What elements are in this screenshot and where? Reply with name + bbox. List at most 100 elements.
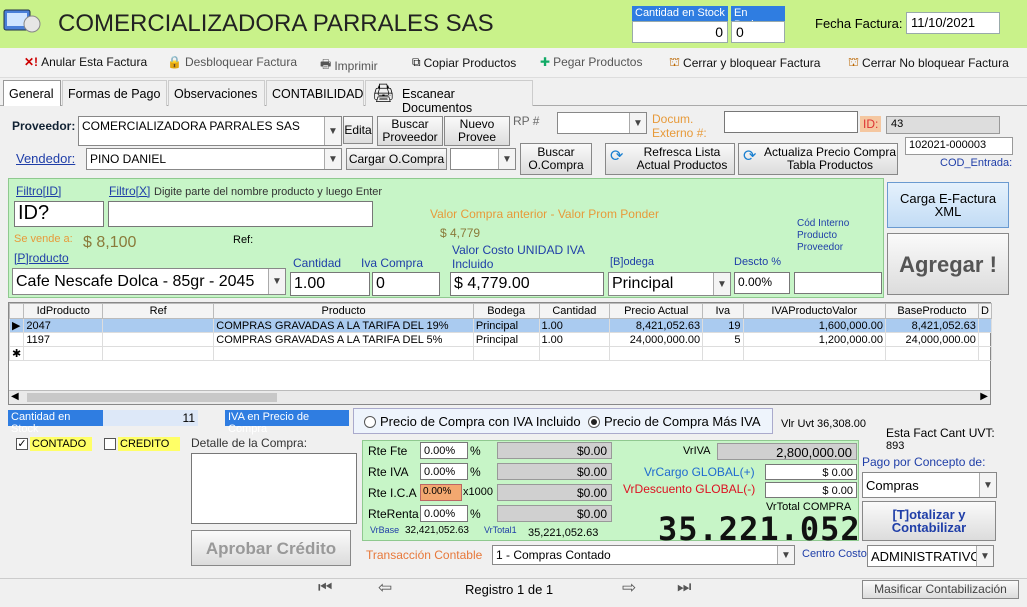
radio-iva-mas[interactable]: Precio de Compra Más IVA: [588, 414, 761, 429]
grid-header[interactable]: Cantidad: [538, 303, 611, 319]
rte-ica-input[interactable]: 0.00%: [420, 484, 462, 501]
cell[interactable]: 8,421,052.63: [609, 318, 704, 333]
ocompra-select[interactable]: ▼: [450, 148, 516, 170]
grid-header[interactable]: Producto: [213, 303, 474, 319]
docum-externo-input[interactable]: [724, 111, 858, 133]
contado-checkbox[interactable]: ✓ CONTADO: [16, 437, 92, 451]
valor-costo-input[interactable]: $ 4,779.00: [450, 272, 604, 296]
buscar-proveedor-button[interactable]: Buscar Proveedor: [377, 116, 443, 146]
descto-input[interactable]: 0.00%: [734, 272, 790, 294]
fecha-input[interactable]: 11/10/2021: [906, 12, 1000, 34]
producto-select[interactable]: Cafe Nescafe Dolca - 85gr - 2045 ▼: [12, 268, 286, 295]
chevron-down-icon: ▼: [629, 113, 646, 133]
grid-header[interactable]: D: [977, 303, 993, 319]
grid-header[interactable]: Ref: [102, 303, 215, 319]
totalizar-button[interactable]: [T]otalizar y Contabilizar: [862, 501, 996, 541]
prev-record-icon[interactable]: ⇦: [378, 578, 392, 598]
cell[interactable]: 5: [702, 332, 744, 347]
tab-escanear[interactable]: 🖨 Escanear Documentos: [365, 80, 533, 115]
new-row[interactable]: ✱: [8, 346, 993, 361]
tab-general[interactable]: General: [3, 80, 61, 106]
chevron-down-icon: ▼: [713, 273, 730, 295]
radio-iva-incluido[interactable]: Precio de Compra con IVA Incluido: [364, 414, 581, 429]
credito-checkbox[interactable]: CREDITO: [104, 437, 180, 451]
cell[interactable]: 24,000,000.00: [609, 332, 704, 347]
horizontal-scrollbar[interactable]: ◀ ▶: [9, 390, 990, 404]
cell[interactable]: COMPRAS GRAVADAS A LA TARIFA DEL 5%: [213, 332, 474, 347]
cell[interactable]: COMPRAS GRAVADAS A LA TARIFA DEL 19%: [213, 318, 474, 333]
cantidad-input[interactable]: 1.00: [290, 272, 370, 296]
detalle-textarea[interactable]: [191, 453, 357, 524]
masificar-button[interactable]: Masificar Contabilización: [862, 580, 1019, 599]
buscar-ocompra-button[interactable]: Buscar O.Compra: [520, 143, 592, 175]
filtro-x-input[interactable]: [108, 201, 373, 227]
vrcargo-input[interactable]: $ 0.00: [765, 464, 857, 480]
copiar-productos-button[interactable]: ⧉ Copiar Productos: [412, 55, 516, 70]
cell[interactable]: Principal: [472, 332, 540, 347]
grid-header[interactable]: Precio Actual: [609, 303, 704, 319]
scroll-left-icon[interactable]: ◀: [11, 391, 19, 402]
tab-formas-pago[interactable]: Formas de Pago: [62, 80, 167, 106]
grid-header[interactable]: IdProducto: [23, 303, 104, 319]
next-record-icon[interactable]: ⇨: [622, 578, 636, 598]
agregar-button[interactable]: Agregar !: [887, 233, 1009, 295]
cell[interactable]: 1.00: [538, 332, 611, 347]
cell[interactable]: [977, 318, 993, 333]
rte-iva-value: $0.00: [497, 463, 612, 480]
bodega-select[interactable]: Principal ▼: [608, 272, 731, 296]
centro-costo-select[interactable]: ADMINISTRATIVO ▼: [867, 545, 994, 567]
cell[interactable]: 1,600,000.00: [742, 318, 886, 333]
actualiza-precio-button[interactable]: ⟳ Actualiza Precio Compra Tabla Productos: [738, 143, 898, 175]
pegar-productos-button[interactable]: ✚ Pegar Productos: [540, 55, 642, 69]
tab-observaciones[interactable]: Observaciones: [168, 80, 265, 106]
edita-button[interactable]: Edita: [343, 116, 373, 144]
cell[interactable]: 8,421,052.63: [884, 318, 979, 333]
cod-interno-input[interactable]: [794, 272, 882, 294]
table-row[interactable]: ▶ 2047 COMPRAS GRAVADAS A LA TARIFA DEL …: [8, 318, 993, 333]
tab-contabilidad[interactable]: CONTABILIDAD: [266, 80, 364, 106]
last-record-icon[interactable]: ⏭: [677, 579, 691, 597]
rte-renta-input[interactable]: 0.00%: [420, 505, 468, 522]
rte-iva-input[interactable]: 0.00%: [420, 463, 468, 480]
cell[interactable]: [102, 332, 215, 347]
cell[interactable]: 1,200,000.00: [742, 332, 886, 347]
scrollbar-thumb[interactable]: [27, 393, 277, 402]
cell[interactable]: 1.00: [538, 318, 611, 333]
cell[interactable]: 19: [702, 318, 744, 333]
cell[interactable]: [977, 332, 993, 347]
cerrar-bloquear-button[interactable]: ⛫ Cerrar y bloquear Factura: [669, 55, 820, 71]
row-selector[interactable]: ▶: [8, 318, 25, 333]
scroll-right-icon[interactable]: ▶: [980, 391, 988, 402]
grid-header[interactable]: IVAProductoValor: [742, 303, 886, 319]
desbloquear-button[interactable]: 🔒 Desbloquear Factura: [167, 55, 297, 69]
first-record-icon[interactable]: ⏮: [318, 579, 332, 597]
refresca-lista-button[interactable]: ⟳ Refresca Lista Actual Productos: [605, 143, 735, 175]
cell[interactable]: Principal: [472, 318, 540, 333]
imprimir-button[interactable]: 🖶 Imprimir: [320, 55, 378, 76]
rp-select[interactable]: ▼: [557, 112, 647, 134]
vrdescuento-input[interactable]: $ 0.00: [765, 482, 857, 498]
cell[interactable]: 2047: [23, 318, 104, 333]
row-selector[interactable]: [8, 332, 25, 347]
cell[interactable]: [102, 318, 215, 333]
aprobar-credito-button[interactable]: Aprobar Crédito: [191, 530, 351, 566]
refresh-icon: ⟳: [610, 148, 624, 165]
nuevo-provee-button[interactable]: Nuevo Provee: [444, 116, 510, 146]
vendedor-select[interactable]: PINO DANIEL ▼: [86, 148, 342, 170]
cerrar-no-bloquear-button[interactable]: ⛫ Cerrar No bloquear Factura: [848, 55, 1009, 71]
grid-header[interactable]: BaseProducto: [884, 303, 979, 319]
pago-concepto-select[interactable]: Compras ▼: [862, 472, 997, 498]
grid-header[interactable]: Bodega: [472, 303, 540, 319]
rte-fte-input[interactable]: 0.00%: [420, 442, 468, 459]
iva-compra-input[interactable]: 0: [372, 272, 440, 296]
cell[interactable]: 24,000,000.00: [884, 332, 979, 347]
cell[interactable]: 1197: [23, 332, 104, 347]
proveedor-select[interactable]: COMERCIALIZADORA PARRALES SAS ▼: [78, 116, 342, 146]
transaccion-select[interactable]: 1 - Compras Contado ▼: [492, 545, 795, 565]
grid-header[interactable]: Iva: [702, 303, 744, 319]
cargar-ocompra-button[interactable]: Cargar O.Compra: [346, 148, 447, 170]
filtro-id-input[interactable]: ID?: [14, 201, 104, 227]
anular-button[interactable]: ✕! Anular Esta Factura: [24, 55, 147, 69]
carga-efactura-button[interactable]: Carga E-Factura XML: [887, 182, 1009, 228]
table-row[interactable]: 1197 COMPRAS GRAVADAS A LA TARIFA DEL 5%…: [8, 332, 993, 347]
